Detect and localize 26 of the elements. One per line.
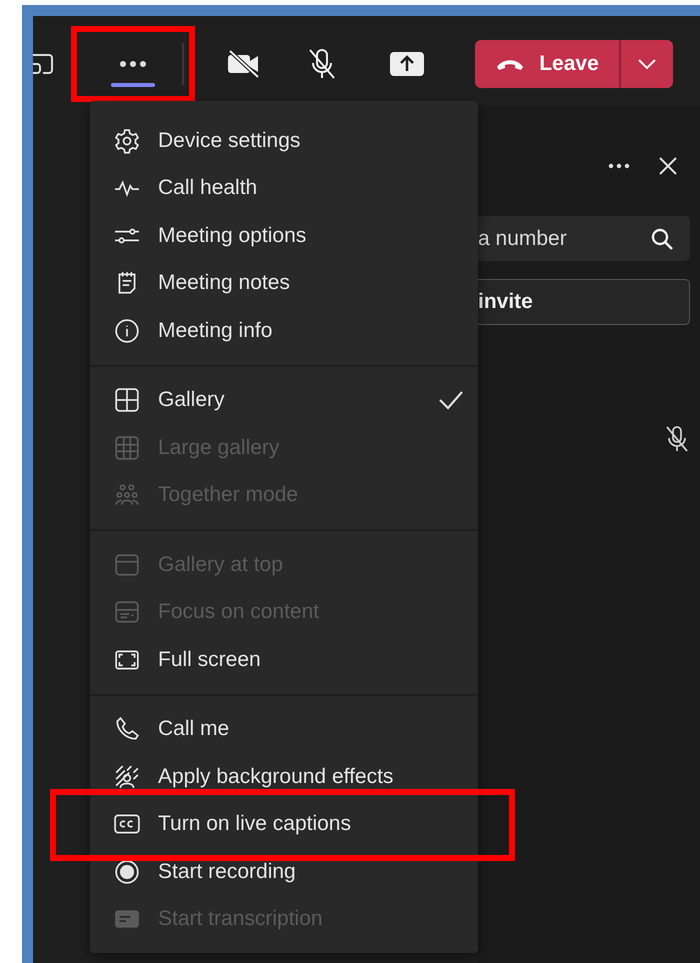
menu-item[interactable]: Call me <box>90 706 478 753</box>
menu-item[interactable]: Turn on live captions <box>90 800 478 848</box>
menu-item[interactable]: Gallery <box>90 376 478 424</box>
leave-button[interactable]: Leave <box>475 40 621 88</box>
menu-item[interactable]: Apply background effects <box>90 753 478 800</box>
invite-button[interactable]: invite <box>478 279 690 325</box>
search-field[interactable]: a number <box>478 216 690 261</box>
menu-item[interactable]: Call health <box>90 164 478 212</box>
menu-item-label: Meeting info <box>158 318 272 343</box>
search-input[interactable]: a number <box>478 224 650 254</box>
menu-item[interactable]: Meeting notes <box>90 260 478 307</box>
menu-item[interactable]: Meeting info <box>90 307 478 354</box>
menu-item[interactable]: Start recording <box>90 848 478 896</box>
menu-item-label: Apply background effects <box>158 764 394 789</box>
menu-item[interactable]: Device settings <box>90 117 478 164</box>
menu-item[interactable]: Full screen <box>90 636 478 684</box>
menu-item-label: Full screen <box>158 648 261 672</box>
menu-item-label: Start recording <box>158 860 296 884</box>
menu-item-label: Device settings <box>158 128 300 153</box>
menu-item[interactable]: Meeting options <box>90 212 478 260</box>
menu-item-label: Meeting notes <box>158 271 290 296</box>
menu-item-label: Meeting options <box>158 224 306 248</box>
menu-item-label: Gallery <box>158 388 225 412</box>
menu-item-label: Call health <box>158 176 258 200</box>
menu-item-label: Turn on live captions <box>158 812 351 836</box>
menu-item-label: Call me <box>158 717 230 742</box>
